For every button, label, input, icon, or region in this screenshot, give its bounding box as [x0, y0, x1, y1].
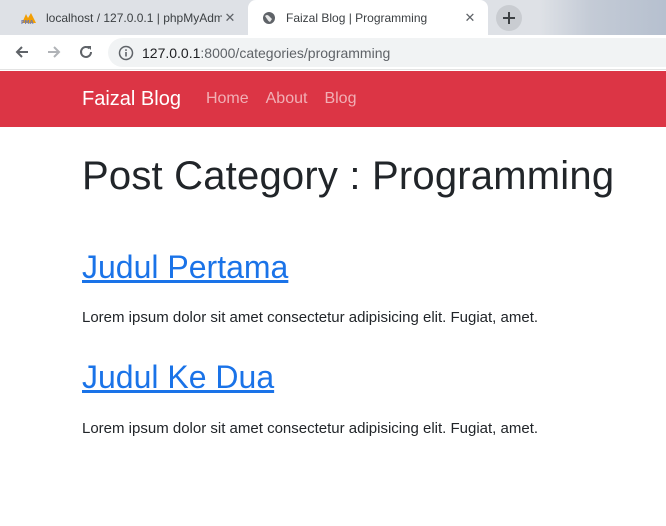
browser-tab-faizal-blog[interactable]: Faizal Blog | Programming ✕ [248, 0, 488, 35]
tabstrip-background [540, 0, 666, 35]
address-bar[interactable]: 127.0.0.1:8000/categories/programming [108, 38, 666, 67]
post-item: Judul Ke Dua [82, 357, 274, 397]
forward-button[interactable] [44, 42, 64, 62]
tab-title: Faizal Blog | Programming [286, 10, 428, 25]
svg-text:PMA: PMA [21, 20, 34, 25]
close-icon[interactable]: ✕ [462, 10, 478, 26]
post-excerpt: Lorem ipsum dolor sit amet consectetur a… [82, 309, 539, 326]
navbar-brand[interactable]: Faizal Blog [82, 88, 181, 111]
forward-arrow-icon [48, 46, 61, 58]
url-host: 127.0.0.1 [142, 44, 201, 61]
phpmyadmin-icon: PMA [20, 10, 38, 26]
close-icon[interactable]: ✕ [222, 10, 238, 26]
site-navbar: Faizal Blog Home About Blog [0, 71, 666, 127]
reload-icon [80, 45, 92, 58]
info-icon[interactable] [118, 45, 134, 61]
url-path: :8000/categories/programming [200, 44, 391, 61]
reload-button[interactable] [76, 42, 96, 62]
url-text: 127.0.0.1:8000/categories/programming [142, 45, 390, 61]
nav-link-blog[interactable]: Blog [324, 90, 356, 108]
back-button[interactable] [12, 42, 32, 62]
post-excerpt: Lorem ipsum dolor sit amet consectetur a… [82, 420, 539, 437]
globe-icon [260, 10, 278, 26]
back-arrow-icon [15, 46, 28, 58]
post-item: Judul Pertama [82, 247, 288, 287]
browser-tab-phpmyadmin[interactable]: PMA localhost / 127.0.0.1 | phpMyAdmin ✕ [0, 0, 248, 35]
new-tab-button[interactable] [496, 5, 522, 31]
browser-tabstrip: PMA localhost / 127.0.0.1 | phpMyAdmin ✕… [0, 0, 666, 35]
post-title-link[interactable]: Judul Pertama [82, 247, 288, 287]
post-title-link[interactable]: Judul Ke Dua [82, 357, 274, 397]
nav-link-home[interactable]: Home [206, 90, 249, 108]
page-title: Post Category : Programming [82, 154, 615, 198]
tab-title: localhost / 127.0.0.1 | phpMyAdmin [46, 10, 222, 25]
browser-toolbar: 127.0.0.1:8000/categories/programming [0, 35, 666, 70]
plus-icon [503, 12, 515, 24]
nav-link-about[interactable]: About [266, 90, 308, 108]
